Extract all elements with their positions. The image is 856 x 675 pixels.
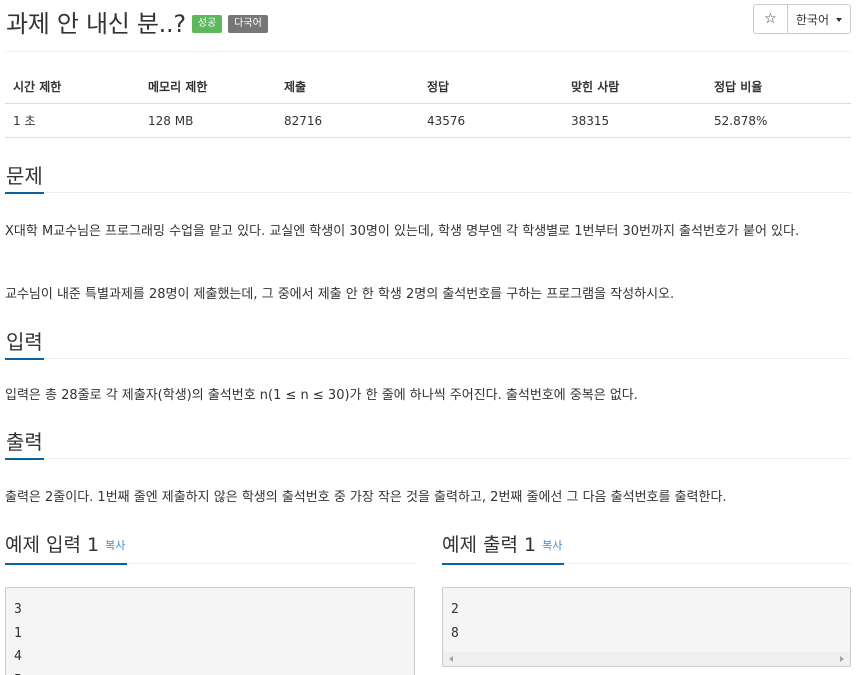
sample-input-title: 예제 입력 1 복사	[5, 530, 128, 565]
problem-section-header: 문제	[5, 163, 851, 194]
input-section-header: 입력	[5, 329, 851, 360]
sample-output-box[interactable]: 2 8	[442, 587, 851, 667]
problem-info-table: 시간 제한 메모리 제한 제출 정답 맞힌 사람 정답 비율 1 초 128 M…	[5, 70, 851, 138]
toolbar-button-group: ☆ 한국어	[752, 4, 851, 34]
sample-output-line: 2	[451, 602, 459, 617]
input-section-title: 입력	[5, 329, 44, 360]
sample-output-title: 예제 출력 1 복사	[442, 530, 565, 565]
horizontal-scrollbar[interactable]	[443, 652, 850, 666]
cell-accept-ratio: 52.878%	[706, 103, 851, 138]
input-description: 입력은 총 28줄로 각 제출자(학생)의 출석번호 n(1 ≤ n ≤ 30)…	[5, 388, 638, 403]
problem-header: 과제 안 내신 분..? 성공 다국어	[6, 4, 268, 38]
sample-output-header: 예제 출력 1 복사	[442, 530, 851, 565]
problem-description-1: X대학 M교수님은 프로그래밍 수업을 맡고 있다. 교실엔 학생이 30명이 …	[5, 224, 800, 239]
table-header-row: 시간 제한 메모리 제한 제출 정답 맞힌 사람 정답 비율	[5, 70, 851, 104]
header-accepted: 정답	[419, 70, 563, 104]
sample-input-line: 4	[14, 649, 22, 664]
language-label: 한국어	[795, 12, 829, 27]
copy-sample-input-link[interactable]: 복사	[105, 539, 125, 552]
cell-time-limit: 1 초	[5, 103, 140, 138]
status-badge-success: 성공	[191, 15, 223, 33]
divider	[5, 51, 851, 52]
scroll-left-icon[interactable]	[449, 656, 453, 662]
sample-input-header: 예제 입력 1 복사	[5, 530, 415, 565]
sample-input-line: 1	[14, 625, 22, 641]
output-section-header: 출력	[5, 429, 851, 460]
scroll-right-icon[interactable]	[840, 656, 844, 662]
table-row: 1 초 128 MB 82716 43576 38315 52.878%	[5, 103, 851, 138]
header-accept-ratio: 정답 비율	[706, 70, 851, 104]
cell-solved-users[interactable]: 38315	[563, 103, 706, 138]
output-description: 출력은 2줄이다. 1번째 줄엔 제출하지 않은 학생의 출석번호 중 가장 작…	[5, 490, 727, 505]
language-dropdown[interactable]: 한국어	[788, 5, 850, 33]
header-memory-limit: 메모리 제한	[140, 70, 276, 104]
copy-sample-output-link[interactable]: 복사	[542, 539, 562, 552]
problem-description-2: 교수님이 내준 특별과제를 28명이 제출했는데, 그 중에서 제출 안 한 학…	[5, 287, 675, 302]
sample-input-line: 5	[14, 669, 406, 675]
header-time-limit: 시간 제한	[5, 70, 140, 104]
caret-down-icon	[836, 18, 842, 22]
header-submissions: 제출	[276, 70, 419, 104]
cell-accepted[interactable]: 43576	[419, 103, 563, 138]
sample-output-line: 8	[451, 625, 459, 641]
problem-title: 과제 안 내신 분..?	[6, 9, 186, 38]
header-solved-users: 맞힌 사람	[563, 70, 706, 104]
sample-output-title-text: 예제 출력 1	[442, 534, 537, 556]
sample-input-box[interactable]: 3 1 4 5	[5, 587, 415, 675]
cell-submissions[interactable]: 82716	[276, 103, 419, 138]
status-badge-multilang: 다국어	[228, 15, 268, 33]
sample-input-title-text: 예제 입력 1	[5, 534, 100, 556]
problem-section-title: 문제	[5, 163, 44, 194]
cell-memory-limit: 128 MB	[140, 103, 276, 138]
star-button[interactable]: ☆	[754, 5, 788, 33]
output-section-title: 출력	[5, 429, 44, 460]
sample-input-line: 3	[14, 602, 22, 617]
star-icon: ☆	[764, 11, 777, 27]
